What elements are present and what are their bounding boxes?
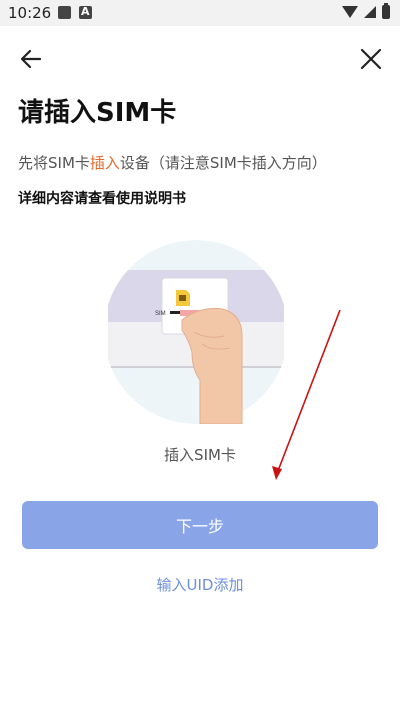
a-badge-icon: [79, 5, 92, 19]
status-left-icons: [58, 5, 92, 19]
close-icon: [360, 48, 382, 70]
arrow-left-icon: [20, 49, 42, 69]
insert-sim-illustration: SIM: [108, 240, 284, 424]
battery-icon: [382, 3, 390, 19]
page-title: 请插入SIM卡: [18, 98, 177, 128]
close-button[interactable]: [356, 44, 386, 74]
back-button[interactable]: [16, 44, 46, 74]
status-right-icons: [342, 3, 390, 19]
status-bar: 10:26: [0, 0, 400, 26]
instruction-highlight: 插入: [89, 154, 120, 172]
add-by-uid-link[interactable]: 输入UID添加: [0, 574, 400, 595]
sim-slot-label: SIM: [155, 311, 166, 317]
instruction-text: 先将SIM卡插入设备（请注意SIM卡插入方向）: [18, 152, 327, 173]
wifi-icon: [342, 6, 358, 18]
manual-hint: 详细内容请查看使用说明书: [18, 191, 186, 207]
signal-icon: [364, 6, 376, 18]
illustration-caption: 插入SIM卡: [164, 446, 236, 464]
instruction-prefix: 先将SIM卡: [18, 154, 90, 172]
next-step-button[interactable]: 下一步: [22, 501, 378, 549]
status-time: 10:26: [8, 4, 52, 22]
image-icon: [58, 6, 71, 19]
instruction-suffix: 设备（请注意SIM卡插入方向）: [119, 154, 327, 172]
